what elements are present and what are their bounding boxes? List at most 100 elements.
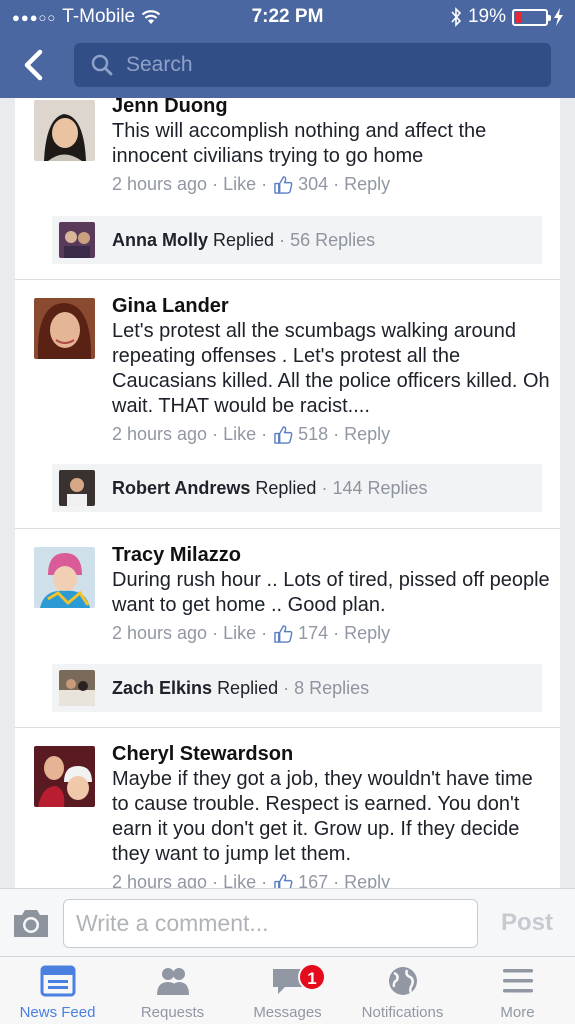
tab-more[interactable]: More [460, 957, 575, 1024]
replier-name: Robert Andrews [112, 477, 251, 498]
tab-label: News Feed [19, 1004, 96, 1021]
divider [15, 727, 560, 728]
comment-meta: 2 hours ago · Like · 167 · Reply [112, 872, 550, 888]
comment-list[interactable]: Jenn Duong This will accomplish nothing … [15, 98, 560, 888]
like-link[interactable]: Like [223, 424, 256, 445]
comment-time[interactable]: 2 hours ago [112, 174, 207, 195]
tab-bar: News Feed Requests 1 Messages Notificati… [0, 956, 575, 1024]
comment-content: Cheryl Stewardson Maybe if they got a jo… [112, 742, 550, 888]
comment-time[interactable]: 2 hours ago [112, 872, 207, 888]
tab-messages[interactable]: 1 Messages [230, 957, 345, 1024]
reply-link[interactable]: Reply [344, 174, 390, 195]
tab-label: More [500, 1004, 535, 1021]
meta-separator: · [212, 424, 219, 444]
tab-label: Messages [253, 1004, 322, 1021]
tab-label: Notifications [361, 1004, 444, 1021]
meta-separator: · [261, 623, 268, 643]
meta-separator: · [212, 623, 219, 643]
meta-separator: · [261, 872, 268, 888]
post-button[interactable]: Post [490, 903, 564, 943]
nav-bar: Search [0, 38, 575, 94]
like-count[interactable]: 518 [298, 424, 328, 445]
search-icon [91, 54, 113, 76]
charging-icon [554, 8, 563, 26]
reply-count: 8 Replies [294, 677, 370, 698]
commenter-name[interactable]: Gina Lander [112, 294, 550, 318]
commenter-name[interactable]: Jenn Duong [112, 98, 550, 118]
messages-badge: 1 [298, 963, 326, 991]
comment-time[interactable]: 2 hours ago [112, 623, 207, 644]
replied-label: Replied [255, 477, 317, 498]
meta-separator: · [212, 174, 219, 194]
comment-time[interactable]: 2 hours ago [112, 424, 207, 445]
bluetooth-icon [451, 7, 462, 27]
search-bar[interactable]: Search [74, 43, 551, 87]
meta-separator: · [333, 424, 340, 444]
comment-content: Jenn Duong This will accomplish nothing … [112, 98, 550, 195]
status-bar: ●●●○○ T-Mobile 7:22 PM 19% [0, 0, 575, 34]
comment-text: During rush hour .. Lots of tired, pisse… [112, 569, 550, 616]
menu-icon [502, 969, 533, 993]
comment-text: This will accomplish nothing and affect … [112, 120, 487, 167]
reply-summary: Anna Molly Replied · 56 Replies [112, 229, 376, 250]
meta-separator: · [333, 872, 340, 888]
like-count[interactable]: 304 [298, 174, 328, 195]
replied-label: Replied [217, 677, 279, 698]
battery-status: 19% [450, 6, 563, 28]
avatar[interactable] [34, 100, 95, 161]
comment-text: Let's protest all the scumbags walking a… [112, 320, 550, 417]
meta-separator: · [261, 424, 268, 444]
camera-icon[interactable] [12, 907, 50, 939]
commenter-name[interactable]: Cheryl Stewardson [112, 742, 550, 766]
reply-count: 144 Replies [332, 477, 428, 498]
comment-meta: 2 hours ago · Like · 518 · Reply [112, 424, 550, 445]
replier-name: Anna Molly [112, 229, 209, 250]
like-count[interactable]: 174 [298, 623, 328, 644]
replied-label: Replied [213, 229, 275, 250]
comment-composer: Post [0, 888, 575, 956]
reply-link[interactable]: Reply [344, 872, 390, 888]
divider [15, 528, 560, 529]
friends-icon [156, 968, 189, 995]
commenter-name[interactable]: Tracy Milazzo [112, 543, 550, 567]
meta-separator: · [212, 872, 219, 888]
meta-separator: · [333, 174, 340, 194]
thumbs-up-icon [274, 176, 293, 194]
reply-summary: Robert Andrews Replied · 144 Replies [112, 477, 428, 498]
reply-count: 56 Replies [290, 229, 376, 250]
replier-avatar [59, 470, 95, 506]
battery-percent: 19% [467, 6, 506, 27]
comment-input[interactable] [63, 899, 478, 948]
comment-text: Maybe if they got a job, they wouldn't h… [112, 768, 533, 865]
battery-icon [512, 8, 551, 26]
reply-link[interactable]: Reply [344, 623, 390, 644]
replier-avatar [59, 670, 95, 706]
replier-avatar [59, 222, 95, 258]
replies-preview[interactable]: Anna Molly Replied · 56 Replies [52, 216, 542, 264]
comment-meta: 2 hours ago · Like · 174 · Reply [112, 623, 550, 644]
reply-link[interactable]: Reply [344, 424, 390, 445]
tab-requests[interactable]: Requests [115, 957, 230, 1024]
avatar[interactable] [34, 547, 95, 608]
tab-notifications[interactable]: Notifications [345, 957, 460, 1024]
globe-icon [388, 967, 417, 995]
avatar[interactable] [34, 298, 95, 359]
chevron-left-icon[interactable] [18, 48, 52, 82]
comment-content: Gina Lander Let's protest all the scumba… [112, 294, 550, 445]
replies-preview[interactable]: Robert Andrews Replied · 144 Replies [52, 464, 542, 512]
avatar[interactable] [34, 746, 95, 807]
replies-preview[interactable]: Zach Elkins Replied · 8 Replies [52, 664, 542, 712]
news-feed-icon [40, 965, 75, 997]
comment-content: Tracy Milazzo During rush hour .. Lots o… [112, 543, 550, 644]
comment-meta: 2 hours ago · Like · 304 · Reply [112, 174, 550, 195]
like-link[interactable]: Like [223, 623, 256, 644]
thumbs-up-icon [274, 874, 293, 888]
reply-summary: Zach Elkins Replied · 8 Replies [112, 677, 370, 698]
battery-level [515, 11, 521, 23]
like-link[interactable]: Like [223, 174, 256, 195]
tab-label: Requests [140, 1004, 205, 1021]
tab-news-feed[interactable]: News Feed [0, 957, 115, 1024]
like-count[interactable]: 167 [298, 872, 328, 888]
like-link[interactable]: Like [223, 872, 256, 888]
divider [15, 279, 560, 280]
